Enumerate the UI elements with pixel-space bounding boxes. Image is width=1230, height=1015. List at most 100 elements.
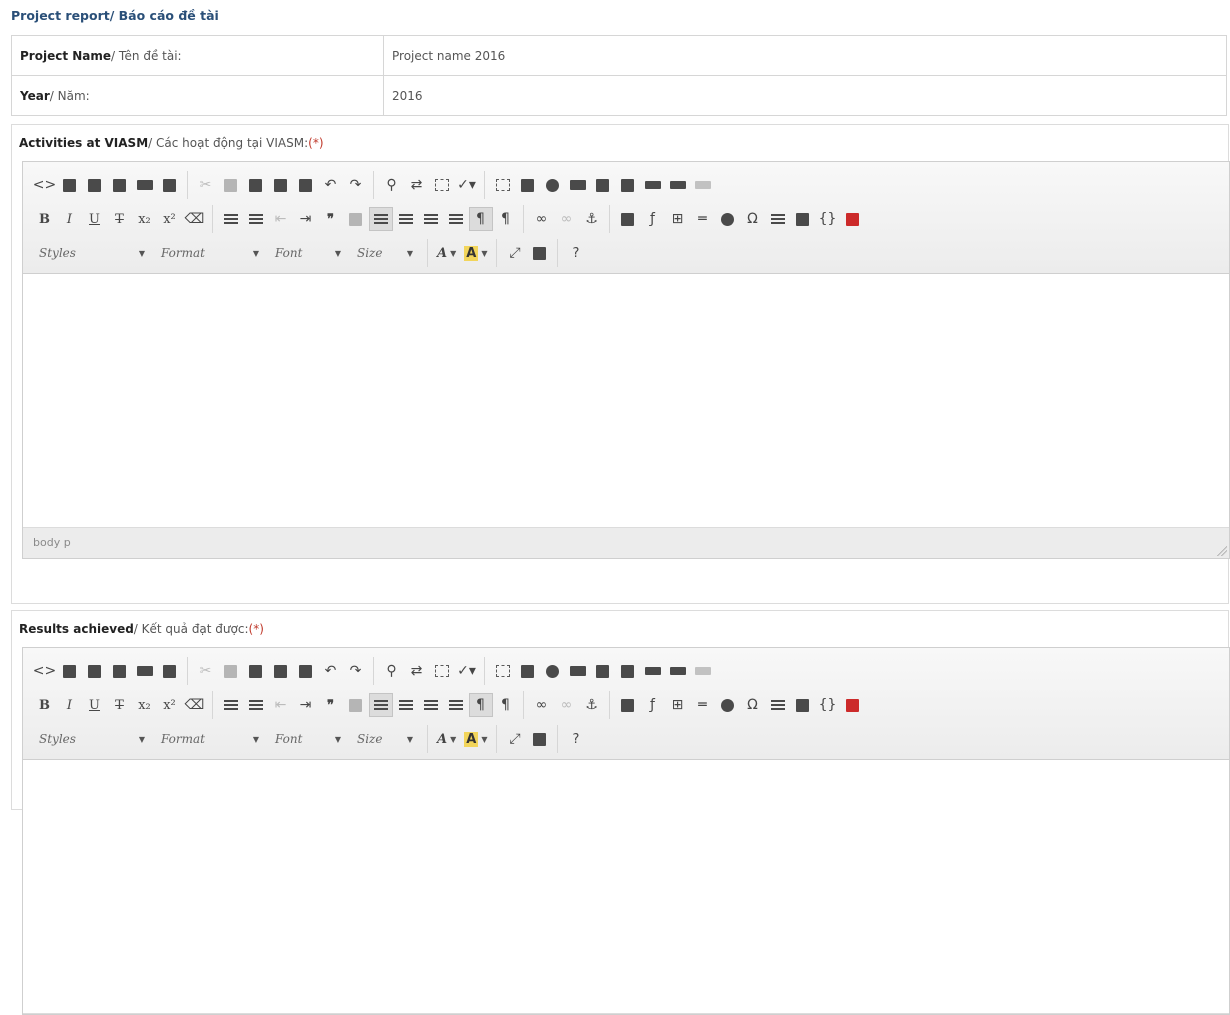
link-icon[interactable]: ∞ — [530, 207, 554, 231]
select-all-icon[interactable] — [430, 659, 454, 683]
maximize-icon[interactable]: ⤢ — [503, 241, 527, 265]
replace-icon[interactable]: ⇄ — [405, 173, 429, 197]
maximize-icon[interactable]: ⤢ — [503, 727, 527, 751]
replace-icon[interactable]: ⇄ — [405, 659, 429, 683]
numbered-list-icon[interactable] — [219, 207, 243, 231]
div-icon[interactable] — [344, 693, 368, 717]
unlink-icon[interactable]: ∞ — [555, 207, 579, 231]
outdent-icon[interactable]: ⇤ — [269, 693, 293, 717]
form-icon[interactable] — [491, 173, 515, 197]
justify-icon[interactable] — [444, 207, 468, 231]
rtl-icon[interactable]: ¶ — [494, 693, 518, 717]
preview-icon[interactable] — [108, 173, 132, 197]
image-button-icon[interactable] — [666, 659, 690, 683]
find-icon[interactable]: ⚲ — [380, 659, 404, 683]
smiley-icon[interactable] — [716, 693, 740, 717]
subscript-icon[interactable]: x₂ — [133, 693, 157, 717]
align-left-icon[interactable] — [368, 207, 393, 231]
paste-word-icon[interactable] — [294, 173, 318, 197]
redo-icon[interactable]: ↷ — [344, 659, 368, 683]
help-icon[interactable]: ? — [564, 727, 588, 751]
page-break-icon[interactable] — [766, 207, 790, 231]
templates-icon[interactable] — [158, 659, 182, 683]
styles-combo[interactable]: Styles ▼ — [32, 241, 152, 265]
indent-icon[interactable]: ⇥ — [294, 693, 318, 717]
undo-icon[interactable]: ↶ — [319, 173, 343, 197]
blockquote-icon[interactable]: ❞ — [319, 693, 343, 717]
italic-icon[interactable]: I — [58, 693, 82, 717]
find-icon[interactable]: ⚲ — [380, 173, 404, 197]
image-icon[interactable] — [616, 693, 640, 717]
textfield-icon[interactable] — [566, 173, 590, 197]
unlink-icon[interactable]: ∞ — [555, 693, 579, 717]
align-center-icon[interactable] — [394, 693, 418, 717]
save-icon[interactable] — [58, 659, 82, 683]
youtube-icon[interactable] — [841, 693, 865, 717]
form-icon[interactable] — [491, 659, 515, 683]
radio-icon[interactable] — [541, 173, 565, 197]
strike-icon[interactable]: T — [108, 693, 132, 717]
button-icon[interactable] — [641, 173, 665, 197]
image-button-icon[interactable] — [666, 173, 690, 197]
youtube-icon[interactable] — [841, 207, 865, 231]
text-color-button[interactable]: A ▼ — [433, 241, 460, 265]
align-center-icon[interactable] — [394, 207, 418, 231]
select-all-icon[interactable] — [430, 173, 454, 197]
redo-icon[interactable]: ↷ — [344, 173, 368, 197]
textfield-icon[interactable] — [566, 659, 590, 683]
preview-icon[interactable] — [108, 659, 132, 683]
ltr-icon[interactable]: ¶ — [468, 207, 493, 231]
superscript-icon[interactable]: x² — [158, 207, 182, 231]
size-combo[interactable]: Size ▼ — [350, 727, 420, 751]
cut-icon[interactable]: ✂ — [194, 173, 218, 197]
italic-icon[interactable]: I — [58, 207, 82, 231]
page-break-icon[interactable] — [766, 693, 790, 717]
format-combo[interactable]: Format ▼ — [154, 241, 266, 265]
copy-icon[interactable] — [219, 173, 243, 197]
show-blocks-icon[interactable] — [528, 241, 552, 265]
ltr-icon[interactable]: ¶ — [468, 693, 493, 717]
underline-icon[interactable]: U — [83, 693, 107, 717]
special-char-icon[interactable]: Ω — [741, 207, 765, 231]
bold-icon[interactable]: B — [33, 693, 57, 717]
blockquote-icon[interactable]: ❞ — [319, 207, 343, 231]
bold-icon[interactable]: B — [33, 207, 57, 231]
remove-format-icon[interactable]: ⌫ — [183, 207, 207, 231]
align-left-icon[interactable] — [368, 693, 393, 717]
radio-icon[interactable] — [541, 659, 565, 683]
spellcheck-icon[interactable]: ✓▾ — [455, 173, 479, 197]
superscript-icon[interactable]: x² — [158, 693, 182, 717]
justify-icon[interactable] — [444, 693, 468, 717]
font-combo[interactable]: Font ▼ — [268, 241, 348, 265]
format-combo[interactable]: Format ▼ — [154, 727, 266, 751]
horizontal-rule-icon[interactable]: ═ — [691, 207, 715, 231]
table-icon[interactable]: ⊞ — [666, 207, 690, 231]
strike-icon[interactable]: T — [108, 207, 132, 231]
results-edit-area[interactable] — [23, 760, 1229, 1014]
print-icon[interactable] — [133, 659, 157, 683]
paste-icon[interactable] — [244, 173, 268, 197]
new-page-icon[interactable] — [83, 659, 107, 683]
show-blocks-icon[interactable] — [528, 727, 552, 751]
textarea-icon[interactable] — [591, 173, 615, 197]
anchor-icon[interactable]: ⚓ — [580, 207, 604, 231]
hidden-field-icon[interactable] — [691, 659, 715, 683]
indent-icon[interactable]: ⇥ — [294, 207, 318, 231]
flash-icon[interactable]: ƒ — [641, 693, 665, 717]
numbered-list-icon[interactable] — [219, 693, 243, 717]
textarea-icon[interactable] — [591, 659, 615, 683]
outdent-icon[interactable]: ⇤ — [269, 207, 293, 231]
size-combo[interactable]: Size ▼ — [350, 241, 420, 265]
bulleted-list-icon[interactable] — [244, 207, 268, 231]
link-icon[interactable]: ∞ — [530, 693, 554, 717]
special-char-icon[interactable]: Ω — [741, 693, 765, 717]
image-icon[interactable] — [616, 207, 640, 231]
bulleted-list-icon[interactable] — [244, 693, 268, 717]
button-icon[interactable] — [641, 659, 665, 683]
flash-icon[interactable]: ƒ — [641, 207, 665, 231]
code-snippet-icon[interactable]: {} — [816, 207, 840, 231]
iframe-icon[interactable] — [791, 207, 815, 231]
paste-text-icon[interactable] — [269, 173, 293, 197]
hidden-field-icon[interactable] — [691, 173, 715, 197]
remove-format-icon[interactable]: ⌫ — [183, 693, 207, 717]
